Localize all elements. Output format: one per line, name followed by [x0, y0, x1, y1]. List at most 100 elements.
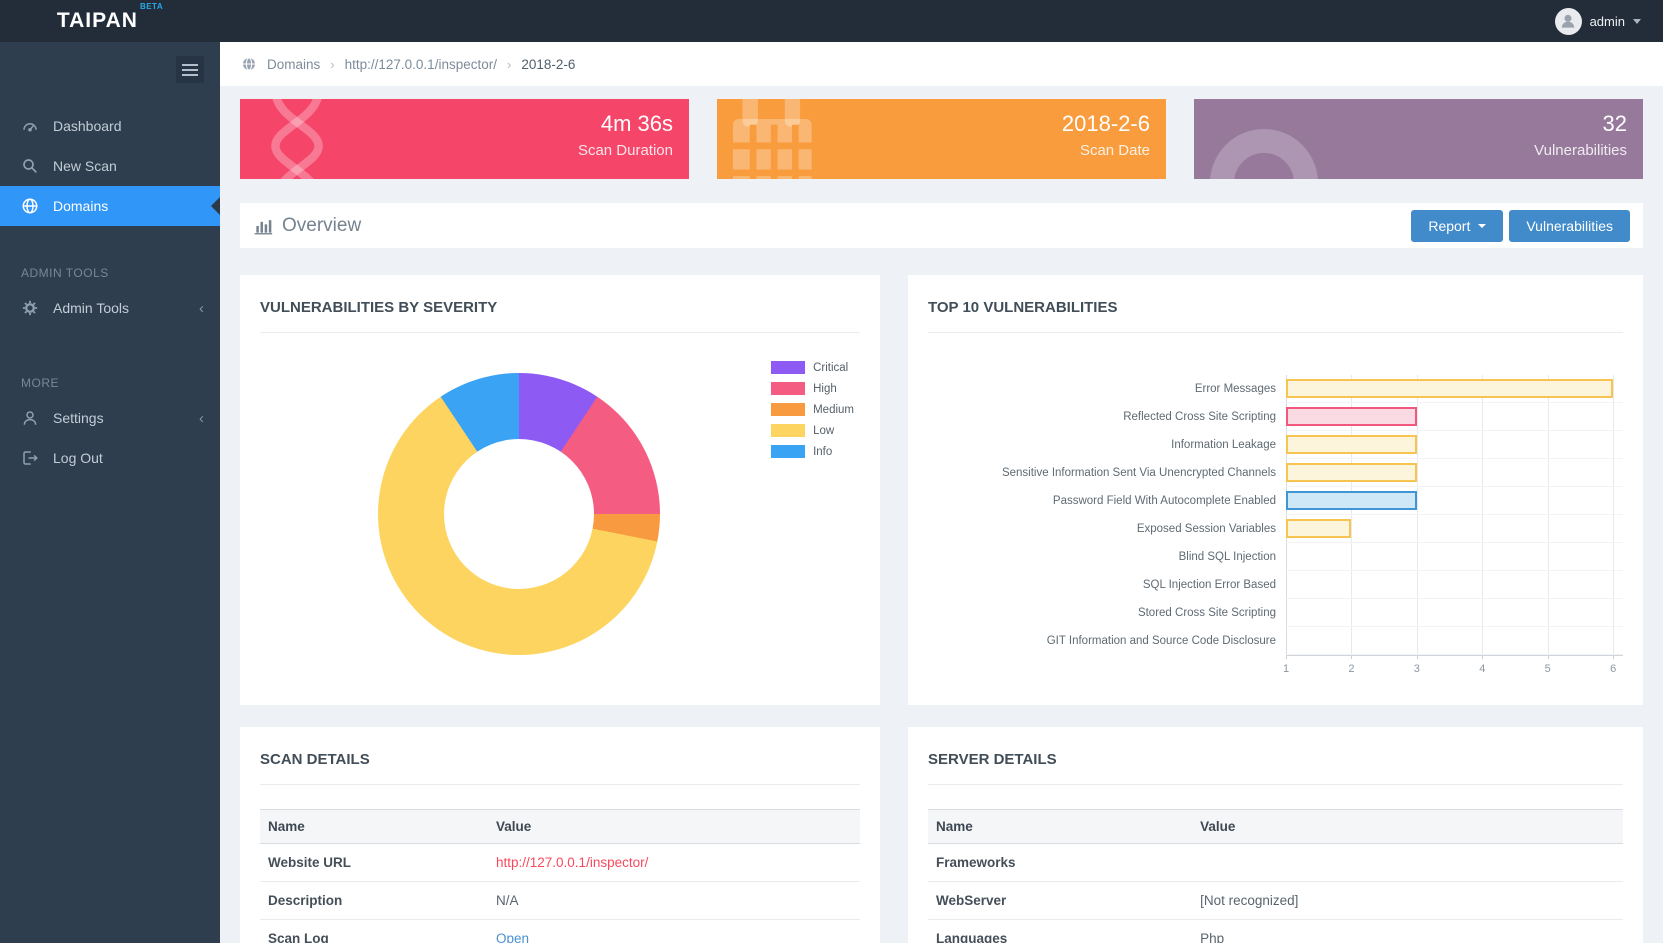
severity-panel: VULNERABILITIES BY SEVERITY Critical Hig… [240, 275, 880, 705]
user-icon [1560, 13, 1576, 29]
bar-row: Blind SQL Injection [928, 543, 1623, 571]
severity-donut-chart [378, 373, 660, 655]
sidebar-item-label: Dashboard [53, 118, 122, 134]
user-menu[interactable]: admin [1555, 8, 1663, 35]
chevron-left-icon: ‹ [199, 410, 204, 427]
table-row: WebServer [Not recognized] [928, 882, 1623, 920]
breadcrumb-current: 2018-2-6 [521, 57, 575, 72]
axis-tick: 6 [1610, 663, 1616, 675]
username: admin [1590, 14, 1625, 29]
sidebar-toggle-button[interactable] [176, 56, 204, 83]
breadcrumb: Domains › http://127.0.0.1/inspector/ › … [220, 42, 1663, 86]
stat-label: Vulnerabilities [1534, 139, 1627, 163]
row-value: N/A [488, 882, 860, 920]
legend-item: Medium [771, 403, 854, 416]
logo[interactable]: TAIPAN BETA [0, 9, 220, 33]
table-row: Languages Php [928, 920, 1623, 943]
stat-label: Scan Duration [578, 139, 673, 163]
stat-card-scan-duration: 4m 36s Scan Duration [240, 99, 689, 179]
breadcrumb-separator: › [507, 57, 511, 72]
bar-row: Exposed Session Variables [928, 515, 1623, 543]
sidebar-item-settings[interactable]: Settings ‹ [0, 398, 220, 438]
breadcrumb-separator: › [330, 57, 334, 72]
sidebar-item-log-out[interactable]: Log Out [0, 438, 220, 478]
gear-icon [21, 299, 39, 317]
legend-label: Medium [813, 404, 854, 416]
bar-row: GIT Information and Source Code Disclosu… [928, 627, 1623, 655]
column-header-name: Name [928, 810, 1192, 844]
sidebar-item-label: Admin Tools [53, 300, 129, 316]
bar [1286, 463, 1417, 482]
report-button-label: Report [1428, 218, 1470, 234]
caret-down-icon [1478, 224, 1486, 228]
table-row: Website URL http://127.0.0.1/inspector/ [260, 844, 860, 882]
row-name: Website URL [260, 844, 488, 882]
logout-icon [21, 449, 39, 467]
stat-value: 2018-2-6 [1062, 109, 1150, 139]
table-row: Scan Log Open [260, 920, 860, 943]
axis-tick: 5 [1545, 663, 1551, 675]
logo-beta-badge: BETA [140, 2, 163, 11]
overview-title: Overview [253, 215, 361, 237]
row-name: Frameworks [928, 844, 1192, 882]
globe-icon [241, 56, 257, 72]
bar-label: Reflected Cross Site Scripting [928, 411, 1286, 423]
bar [1286, 435, 1417, 454]
bar-label: Sensitive Information Sent Via Unencrypt… [928, 467, 1286, 479]
scan-log-open-link[interactable]: Open [496, 931, 529, 943]
legend-item: Info [771, 445, 854, 458]
bar [1286, 379, 1613, 398]
gauge-icon [21, 117, 39, 135]
top10-panel-title: TOP 10 VULNERABILITIES [928, 293, 1623, 333]
row-name: Languages [928, 920, 1192, 943]
table-row: Description N/A [260, 882, 860, 920]
bar [1286, 491, 1417, 510]
severity-legend: Critical High Medium Low [771, 361, 854, 466]
legend-label: Info [813, 446, 832, 458]
legend-swatch-medium [771, 403, 805, 416]
sidebar-section-admin-tools: ADMIN TOOLS [0, 266, 220, 280]
report-button[interactable]: Report [1411, 210, 1503, 242]
vulnerabilities-button[interactable]: Vulnerabilities [1509, 210, 1630, 242]
sidebar-item-new-scan[interactable]: New Scan [0, 146, 220, 186]
sidebar-item-label: Log Out [53, 450, 103, 466]
legend-swatch-high [771, 382, 805, 395]
stat-value: 4m 36s [578, 109, 673, 139]
overview-toolbar: Overview Report Vulnerabilities [240, 203, 1643, 248]
sidebar-section-more: MORE [0, 376, 220, 390]
bar-label: Exposed Session Variables [928, 523, 1286, 535]
sidebar-nav: Dashboard New Scan Domains ADMIN TOOLS [0, 106, 220, 478]
stat-card-vulnerabilities: 32 Vulnerabilities [1194, 99, 1643, 179]
table-row: Frameworks [928, 844, 1623, 882]
legend-label: High [813, 383, 837, 395]
logo-text: TAIPAN [57, 9, 138, 33]
chevron-down-icon [1633, 19, 1641, 24]
bar-label: SQL Injection Error Based [928, 579, 1286, 591]
website-url-link[interactable]: http://127.0.0.1/inspector/ [496, 855, 648, 870]
scan-details-title: SCAN DETAILS [260, 745, 860, 785]
bar-label: Blind SQL Injection [928, 551, 1286, 563]
legend-label: Low [813, 425, 834, 437]
sidebar-item-domains[interactable]: Domains [0, 186, 220, 226]
row-value: Php [1192, 920, 1623, 943]
breadcrumb-domains[interactable]: Domains [267, 57, 320, 72]
sidebar-item-label: Settings [53, 410, 104, 426]
stat-card-scan-date: 2018-2-6 Scan Date [717, 99, 1166, 179]
sidebar-item-admin-tools[interactable]: Admin Tools ‹ [0, 288, 220, 328]
row-value: [Not recognized] [1192, 882, 1623, 920]
bar-row: SQL Injection Error Based [928, 571, 1623, 599]
axis-tick: 2 [1348, 663, 1354, 675]
column-header-value: Value [1192, 810, 1623, 844]
hourglass-icon [254, 99, 340, 179]
sidebar-item-dashboard[interactable]: Dashboard [0, 106, 220, 146]
row-name: WebServer [928, 882, 1192, 920]
ring-icon [1208, 117, 1328, 179]
breadcrumb-url[interactable]: http://127.0.0.1/inspector/ [345, 57, 497, 72]
bar-label: Password Field With Autocomplete Enabled [928, 495, 1286, 507]
legend-item: Critical [771, 361, 854, 374]
server-details-table: Name Value Frameworks WebServer [Not rec… [928, 809, 1623, 943]
bar-label: GIT Information and Source Code Disclosu… [928, 635, 1286, 647]
scan-details-panel: SCAN DETAILS Name Value Website URL http… [240, 727, 880, 943]
bar-label: Stored Cross Site Scripting [928, 607, 1286, 619]
top10-bar-chart: Error Messages Reflected Cross Site Scri… [928, 375, 1623, 679]
